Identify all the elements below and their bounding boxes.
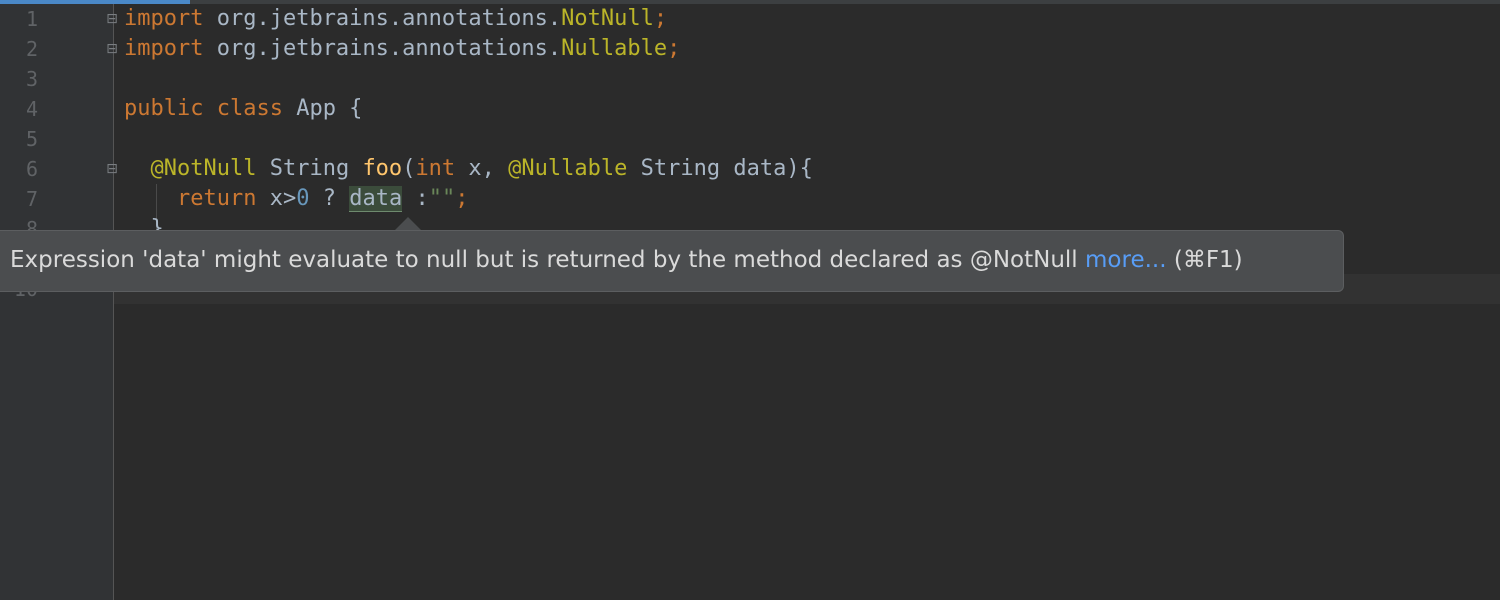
line-number: 6 — [25, 157, 38, 181]
line-number: 7 — [25, 187, 38, 211]
package-path: org.jetbrains.annotations. — [203, 6, 562, 31]
semicolon: ; — [667, 36, 681, 61]
expression: x> — [256, 186, 297, 211]
tooltip-message: Expression 'data' might evaluate to null… — [10, 247, 1086, 273]
paren: ( — [402, 156, 416, 181]
tooltip-pointer — [394, 217, 422, 231]
inspection-tooltip: Expression 'data' might evaluate to null… — [0, 230, 1344, 292]
code-editor[interactable]: import org.jetbrains.annotations.NotNull… — [124, 4, 1500, 244]
editor-gutter[interactable]: 1 2 3 4 5 6 7 8 9 10 — [0, 4, 114, 600]
semicolon: ; — [653, 6, 668, 31]
parameter: String data){ — [627, 156, 813, 181]
class-name: NotNull — [561, 6, 654, 31]
code-line-6[interactable]: @NotNull String foo(int x, @Nullable Str… — [124, 154, 1500, 184]
annotation: @Nullable — [508, 156, 628, 181]
keyword: import — [124, 6, 204, 31]
code-line-4[interactable]: public class App { — [124, 94, 1500, 124]
method-name: foo — [362, 156, 403, 181]
class-declaration: App { — [282, 96, 363, 121]
annotation: @NotNull — [150, 156, 257, 181]
expression: : — [402, 186, 429, 211]
semicolon: ; — [455, 186, 469, 211]
keyword: import — [124, 36, 204, 61]
code-line-3[interactable] — [124, 64, 1500, 94]
keyword: public class — [124, 96, 283, 121]
code-line-2[interactable]: import org.jetbrains.annotations.Nullabl… — [124, 34, 1500, 64]
keyword: int — [415, 156, 456, 181]
line-number: 5 — [25, 127, 38, 151]
package-path: org.jetbrains.annotations. — [203, 36, 562, 61]
string-literal: "" — [428, 186, 456, 211]
parameter: x, — [455, 156, 509, 181]
code-line-7[interactable]: return x>0 ? data :""; — [124, 184, 1500, 214]
tooltip-shortcut: (⌘F1) — [1166, 247, 1243, 273]
code-line-5[interactable] — [124, 124, 1500, 154]
code-line-1[interactable]: import org.jetbrains.annotations.NotNull… — [124, 4, 1500, 34]
return-type: String — [256, 156, 363, 181]
fold-start-icon[interactable]: ⊟ — [103, 10, 121, 28]
fold-end-icon[interactable]: ⊟ — [103, 40, 121, 58]
warning-highlight[interactable]: data — [349, 186, 403, 212]
class-name: Nullable — [561, 36, 668, 61]
keyword: return — [176, 186, 257, 211]
expression: ? — [309, 186, 350, 211]
line-number: 3 — [25, 67, 38, 91]
line-number: 1 — [25, 7, 38, 31]
fold-start-icon[interactable]: ⊟ — [103, 160, 121, 178]
more-link[interactable]: more... — [1085, 247, 1167, 273]
line-number: 4 — [25, 97, 38, 121]
line-number: 2 — [25, 37, 38, 61]
number-literal: 0 — [296, 186, 310, 211]
